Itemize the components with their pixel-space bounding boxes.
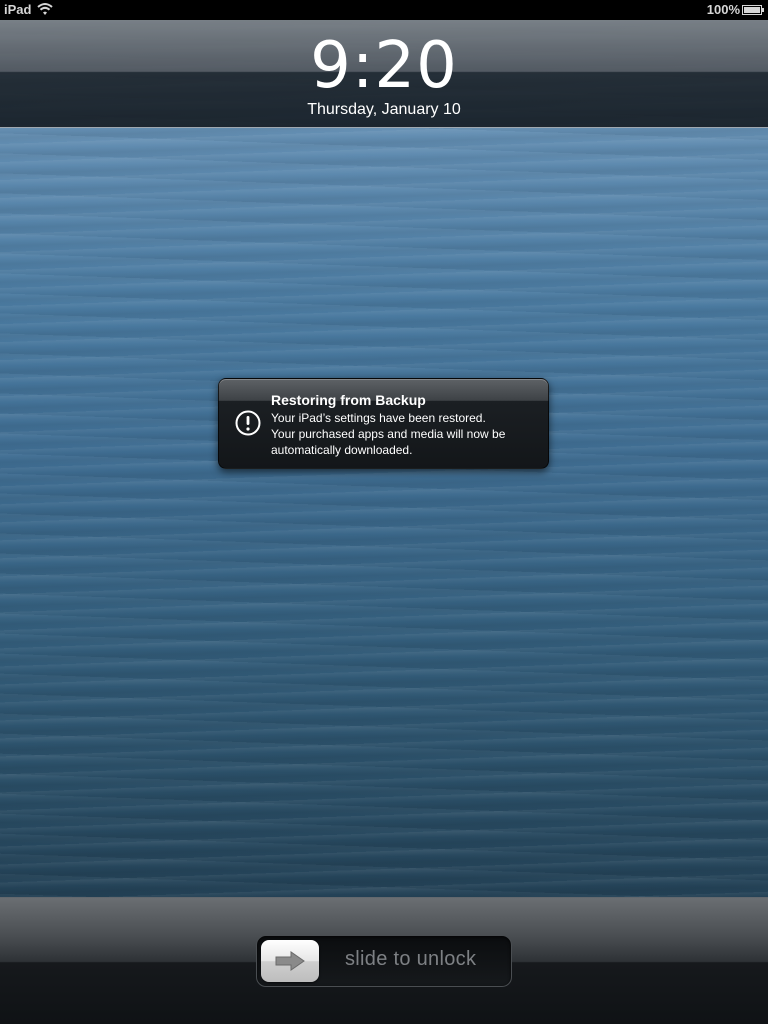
- clock-time: 9:20: [310, 29, 458, 103]
- carrier-label: iPad: [4, 2, 32, 17]
- lock-screen: iPad 100% 9:20 Thursday, January 10 Rest…: [0, 0, 768, 1024]
- arrow-right-icon: [275, 951, 305, 971]
- notification-message-line: Your purchased apps and media will now b…: [271, 427, 506, 441]
- unlock-slider[interactable]: slide to unlock: [256, 935, 512, 987]
- clock-bar: 9:20 Thursday, January 10: [0, 20, 768, 128]
- notification-message-line: Your iPad’s settings have been restored.: [271, 411, 486, 425]
- restore-notification[interactable]: Restoring from Backup Your iPad’s settin…: [218, 378, 549, 469]
- battery-icon: [742, 5, 764, 15]
- unlock-slider-label: slide to unlock: [345, 948, 477, 970]
- unlock-slider-knob[interactable]: [261, 940, 319, 982]
- alert-icon: [235, 410, 261, 436]
- clock-date: Thursday, January 10: [307, 101, 461, 118]
- status-bar: iPad 100%: [0, 0, 768, 20]
- wifi-icon: [37, 3, 53, 15]
- battery-percent: 100%: [706, 2, 740, 17]
- notification-title: Restoring from Backup: [271, 392, 426, 408]
- notification-message-line: automatically downloaded.: [271, 443, 413, 457]
- wallpaper: [0, 0, 768, 1024]
